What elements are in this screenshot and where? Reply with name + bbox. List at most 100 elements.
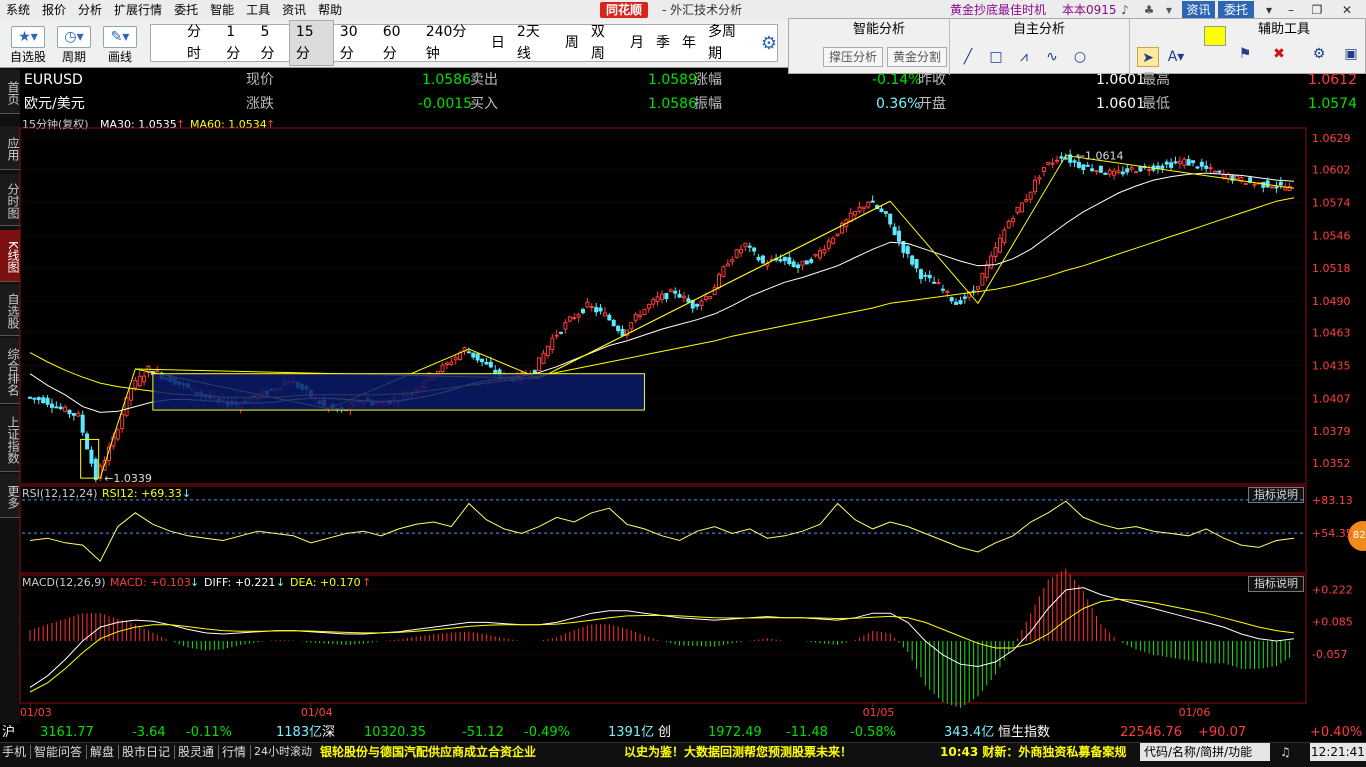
- period-month[interactable]: 月: [624, 32, 650, 54]
- candle-body: [265, 390, 269, 395]
- menu-quote[interactable]: 报价: [36, 0, 72, 20]
- menu-help[interactable]: 帮助: [312, 0, 348, 20]
- news-ticker-2[interactable]: 以史为鉴！大数据回测帮您预测股票未来！: [624, 743, 852, 761]
- status-interpret[interactable]: 解盘: [90, 743, 114, 761]
- macd-explain-button[interactable]: 指标说明: [1248, 576, 1304, 592]
- maximize-icon[interactable]: ❐: [1306, 2, 1328, 18]
- text-tool-icon[interactable]: A▾: [1165, 47, 1187, 67]
- menu-extended-quotes[interactable]: 扩展行情: [108, 0, 168, 20]
- rsi-down-arrow-icon: ↓: [182, 487, 192, 500]
- candle-body: [203, 394, 208, 398]
- candle-body: [85, 433, 90, 450]
- wave-tool-icon[interactable]: ∿: [1041, 47, 1063, 67]
- candle-body: [1265, 180, 1270, 188]
- candle-body: [497, 369, 502, 378]
- cursor-icon[interactable]: ➤: [1137, 47, 1159, 67]
- tab-apps[interactable]: 应用: [0, 126, 20, 170]
- close-icon[interactable]: ✕: [1336, 2, 1358, 18]
- bell-icon[interactable]: ♪: [1118, 3, 1132, 17]
- status-stock-link[interactable]: 股灵通: [178, 743, 214, 761]
- period-year[interactable]: 年: [676, 32, 702, 54]
- candle-body: [36, 397, 41, 401]
- menu-smart[interactable]: 智能: [204, 0, 240, 20]
- sound-icon[interactable]: ♫: [1280, 743, 1291, 761]
- tab-sh-index[interactable]: 上证指数: [0, 406, 20, 472]
- candle-body: [1256, 182, 1261, 185]
- tab-ranking[interactable]: 综合排名: [0, 338, 20, 404]
- period-2day[interactable]: 2天线: [511, 21, 559, 65]
- trade-dropdown-icon[interactable]: ▾: [1258, 2, 1280, 18]
- golden-split-button[interactable]: 黄金分割: [887, 47, 947, 67]
- line-tool-icon[interactable]: ╱: [957, 47, 979, 67]
- draw-line-button[interactable]: ✎▾ 画线: [96, 24, 144, 66]
- period-30min[interactable]: 30分: [334, 21, 377, 65]
- support-pressure-button[interactable]: 撑压分析: [823, 47, 883, 67]
- candle-body: [168, 374, 173, 383]
- rect-tool-icon[interactable]: □: [985, 47, 1007, 67]
- status-smart-qa[interactable]: 智能问答: [34, 743, 82, 761]
- period-60min[interactable]: 60分: [377, 21, 420, 65]
- tab-kline[interactable]: K线图: [0, 230, 20, 282]
- period-quarter[interactable]: 季: [650, 32, 676, 54]
- period-intraday[interactable]: 分时: [181, 21, 220, 65]
- tab-more[interactable]: 更多: [0, 474, 20, 518]
- settings-icon[interactable]: ⚙: [1308, 44, 1330, 64]
- hs-label[interactable]: 恒生指数: [998, 724, 1050, 742]
- menu-dropdown-icon[interactable]: ▾: [1162, 3, 1176, 17]
- tab-home[interactable]: 首页: [0, 70, 20, 114]
- color-swatch[interactable]: [1204, 26, 1226, 46]
- status-diary[interactable]: 股市日记: [122, 743, 170, 761]
- menu-system[interactable]: 系统: [0, 0, 36, 20]
- candle-body: [1177, 160, 1182, 164]
- candle-body: [523, 373, 528, 376]
- status-quotes[interactable]: 行情: [222, 743, 246, 761]
- period-240min[interactable]: 240分钟: [420, 21, 485, 65]
- period-5min[interactable]: 5分: [255, 21, 289, 65]
- minimize-icon[interactable]: –: [1280, 2, 1302, 18]
- buy-value: 1.0586: [648, 96, 697, 112]
- circle-tool-icon[interactable]: ○: [1069, 47, 1091, 67]
- candle-body: [515, 374, 520, 382]
- status-24h-scroll[interactable]: 24小时滚动: [254, 743, 312, 761]
- status-mobile[interactable]: 手机: [2, 743, 26, 761]
- period-15min[interactable]: 15分: [288, 20, 334, 66]
- trade-button[interactable]: 委托: [1218, 1, 1254, 19]
- period-1min[interactable]: 1分: [220, 21, 254, 65]
- delete-icon[interactable]: ✖: [1268, 44, 1290, 64]
- sz-label[interactable]: 深: [322, 724, 335, 742]
- candle-body: [782, 256, 787, 262]
- period-2week[interactable]: 双周: [585, 21, 624, 65]
- cy-label[interactable]: 创: [658, 724, 671, 742]
- code-search-input[interactable]: 代码/名称/简拼/功能: [1140, 743, 1270, 761]
- news-button[interactable]: 资讯: [1182, 1, 1215, 19]
- gear-icon[interactable]: ⚙: [761, 33, 777, 54]
- candle-body: [861, 206, 866, 210]
- menu-analysis[interactable]: 分析: [72, 0, 108, 20]
- promo-link[interactable]: 黄金抄底最佳时机: [950, 0, 1046, 20]
- rsi-explain-button[interactable]: 指标说明: [1248, 487, 1304, 503]
- period-week[interactable]: 周: [559, 32, 585, 54]
- shirt-icon[interactable]: ♣: [1142, 3, 1156, 17]
- candle-body: [866, 201, 871, 208]
- tab-watchlist[interactable]: 自选股: [0, 284, 20, 336]
- menu-tools[interactable]: 工具: [240, 0, 276, 20]
- candle-body: [484, 361, 489, 365]
- sh-label[interactable]: 沪: [2, 724, 15, 742]
- menu-trade[interactable]: 委托: [168, 0, 204, 20]
- channel-tool-icon[interactable]: ⩘: [1013, 47, 1035, 67]
- candle-body: [1169, 162, 1174, 168]
- flag-tool-icon[interactable]: ⚑: [1234, 44, 1256, 64]
- candle-body: [822, 249, 827, 254]
- period-day[interactable]: 日: [485, 32, 511, 54]
- period-button[interactable]: ◷▾ 周期: [50, 24, 98, 66]
- tab-intraday[interactable]: 分时图: [0, 174, 20, 226]
- lock-icon[interactable]: ▣: [1340, 44, 1362, 64]
- floating-badge[interactable]: 82: [1348, 521, 1366, 551]
- self-select-button[interactable]: ★▾ 自选股: [4, 24, 52, 66]
- candle-body: [888, 213, 893, 225]
- news-ticker-3[interactable]: 10:43 财新：外商独资私募备案规: [940, 743, 1126, 761]
- menu-news[interactable]: 资讯: [276, 0, 312, 20]
- candle-body: [1033, 179, 1038, 193]
- news-ticker-1[interactable]: 银轮股份与德国汽配供应商成立合资企业: [320, 743, 536, 761]
- period-multi[interactable]: 多周期: [702, 21, 755, 65]
